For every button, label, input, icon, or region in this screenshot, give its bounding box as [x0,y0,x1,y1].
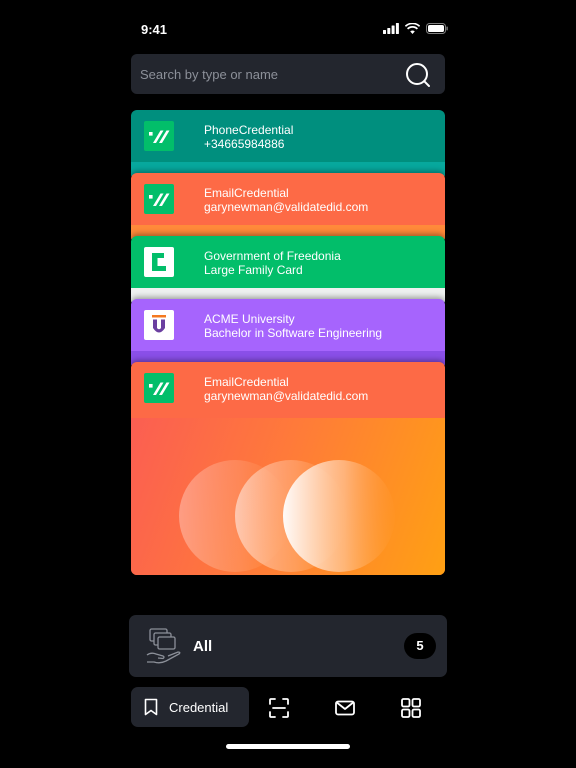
freedonia-logo [144,247,174,277]
wallet-label: All [193,638,213,655]
card-title: ACME University [204,312,295,326]
wifi-icon [405,23,420,34]
overlapping-circles-art [179,460,395,572]
card-title: PhoneCredential [204,123,294,137]
bottom-navigation: Credential [131,687,445,727]
nav-credential-label: Credential [169,700,229,715]
card-subtitle: +34665984886 [204,137,285,151]
credential-card-acme[interactable]: ACME University Bachelor in Software Eng… [131,299,445,369]
bookmark-icon [144,698,158,716]
card-title: Government of Freedonia [204,249,341,263]
wallet-count-badge: 5 [404,633,436,659]
credential-card-email[interactable]: EmailCredential garynewman@validatedid.c… [131,173,445,243]
validated-id-mark-icon [149,193,170,206]
card-subtitle: garynewman@validatedid.com [204,389,369,403]
battery-icon [426,23,448,34]
credential-card-email-expanded[interactable]: EmailCredential garynewman@validatedid.c… [131,362,445,575]
validated-id-logo [144,184,174,214]
card-subtitle: Bachelor in Software Engineering [204,326,383,340]
status-icons [383,23,448,34]
validated-id-logo [144,121,174,151]
status-bar: 9:41 [0,0,576,60]
university-shield-icon [152,315,166,333]
validated-id-mark-icon [149,382,170,395]
credential-card-phone[interactable]: PhoneCredential +34665984886 [131,110,445,180]
search-input[interactable] [140,64,400,84]
search-bar[interactable] [131,54,445,94]
grid-icon[interactable] [400,697,422,719]
validated-id-mark-icon [149,130,170,143]
card-title: EmailCredential [204,375,289,389]
freedonia-c-icon [152,253,166,271]
search-icon[interactable] [405,62,431,88]
validated-id-logo [144,373,174,403]
credential-card-freedonia[interactable]: Government of Freedonia Large Family Car… [131,236,445,306]
mail-icon[interactable] [334,697,356,719]
acme-university-logo [144,310,174,340]
scan-icon[interactable] [268,697,290,719]
card-subtitle: Large Family Card [204,263,303,277]
card-subtitle: garynewman@validatedid.com [204,200,369,214]
card-title: EmailCredential [204,186,289,200]
wallet-filter-all[interactable]: All 5 [129,615,447,677]
cards-in-hand-icon [146,628,181,664]
signal-icon [383,23,399,34]
nav-credential-button[interactable]: Credential [131,687,249,727]
status-time: 9:41 [141,22,168,37]
home-indicator[interactable] [226,744,350,749]
card-artwork [131,418,445,575]
